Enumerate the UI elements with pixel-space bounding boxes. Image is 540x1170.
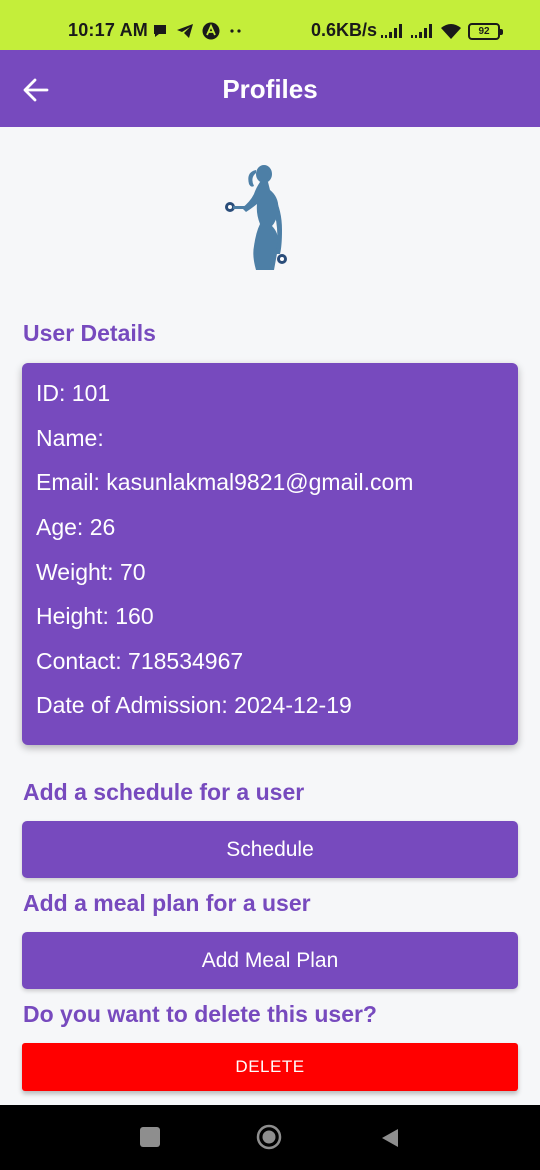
meal-plan-heading: Add a meal plan for a user [23,890,311,916]
app-bar: Profiles [0,50,540,127]
user-admission-date: Date of Admission: 2024-12-19 [36,692,352,718]
telegram-icon [177,24,193,38]
recent-apps-icon[interactable] [140,1127,160,1147]
delete-heading: Do you want to delete this user? [23,1001,377,1027]
status-time: 10:17 AM [68,20,148,40]
add-meal-plan-button[interactable]: Add Meal Plan [22,932,518,989]
chat-bubble-icon [154,25,166,37]
battery-icon: 92 [468,22,503,40]
system-icons: 92 [380,20,503,42]
wifi-icon [441,24,461,39]
signal-icon [381,24,402,38]
user-details-card: ID: 101 Name: Email: kasunlakmal9821@gma… [22,363,518,745]
schedule-heading: Add a schedule for a user [23,779,305,805]
user-age: Age: 26 [36,514,116,540]
user-contact: Contact: 718534967 [36,648,244,674]
user-weight: Weight: 70 [36,559,146,585]
status-bar: 10:17 AM 0.6KB/s 92 [0,0,540,50]
user-height: Height: 160 [36,603,154,629]
more-dots-icon [230,29,241,33]
app-a-icon [202,22,220,40]
fitness-woman-dumbbell-icon [225,165,287,270]
home-icon[interactable] [256,1124,282,1150]
page-title: Profiles [222,74,318,104]
user-details-heading: User Details [23,320,156,346]
user-id: ID: 101 [36,380,111,406]
signal-icon [411,24,432,38]
system-nav-bar [0,1105,540,1170]
schedule-button[interactable]: Schedule [22,821,518,878]
user-name: Name: [36,425,104,451]
delete-button[interactable]: DELETE [22,1043,518,1091]
user-email: Email: kasunlakmal9821@gmail.com [36,469,414,495]
notification-icons [152,20,244,42]
back-triangle-icon[interactable] [380,1127,400,1149]
network-speed: 0.6KB/s [311,20,378,40]
